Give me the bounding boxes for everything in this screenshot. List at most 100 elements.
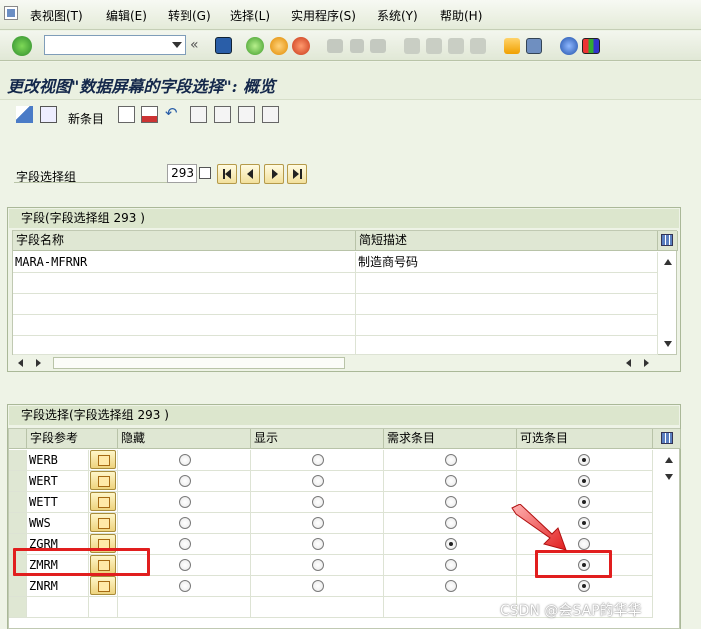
menu-edit[interactable]: 编辑(E) bbox=[106, 7, 147, 24]
field-ref-cell[interactable]: WERT bbox=[27, 471, 89, 492]
scroll-down-icon[interactable] bbox=[665, 474, 673, 480]
menu-system[interactable]: 系统(Y) bbox=[377, 7, 418, 24]
field-ref-cell[interactable]: WETT bbox=[27, 492, 89, 513]
customize-layout-icon[interactable] bbox=[582, 38, 600, 54]
col-short-desc[interactable]: 简短描述 bbox=[356, 231, 658, 251]
new-entries-button[interactable]: 新条目 bbox=[68, 110, 104, 127]
empty-cell[interactable] bbox=[13, 294, 356, 315]
row-selector[interactable] bbox=[9, 576, 27, 597]
empty-cell[interactable] bbox=[13, 315, 356, 336]
first-entry-button[interactable] bbox=[217, 164, 237, 184]
last-page-icon[interactable] bbox=[470, 38, 486, 54]
field-ref-cell[interactable]: ZNRM bbox=[27, 576, 89, 597]
empty-cell[interactable] bbox=[356, 315, 658, 336]
glasses-icon[interactable] bbox=[262, 106, 279, 123]
double-chevron-icon[interactable]: « bbox=[190, 38, 202, 52]
details-icon[interactable] bbox=[40, 106, 57, 123]
prev-entry-button[interactable] bbox=[240, 164, 260, 184]
enter-icon[interactable] bbox=[12, 36, 32, 56]
sap-system-icon[interactable] bbox=[4, 6, 18, 20]
display-radio[interactable] bbox=[312, 580, 324, 592]
field-name-cell[interactable]: MARA-MFRNR bbox=[13, 252, 356, 273]
last-entry-button[interactable] bbox=[287, 164, 307, 184]
required-radio[interactable] bbox=[445, 559, 457, 571]
horizontal-scrollbar[interactable] bbox=[12, 355, 677, 371]
empty-cell[interactable] bbox=[356, 336, 658, 355]
row-selector[interactable] bbox=[9, 513, 27, 534]
col-field-ref[interactable]: 字段参考 bbox=[27, 429, 118, 449]
table-settings-icon[interactable] bbox=[653, 429, 681, 449]
required-radio[interactable] bbox=[445, 496, 457, 508]
display-radio[interactable] bbox=[312, 454, 324, 466]
table-settings-icon[interactable] bbox=[658, 231, 678, 251]
optional-radio[interactable] bbox=[578, 475, 590, 487]
save-icon[interactable] bbox=[215, 37, 232, 54]
copy-icon[interactable] bbox=[199, 167, 211, 179]
field-ref-cell[interactable]: WERB bbox=[27, 450, 89, 471]
scroll-thumb[interactable] bbox=[53, 357, 345, 369]
help-icon[interactable] bbox=[560, 37, 578, 55]
col-optional[interactable]: 可选条目 bbox=[517, 429, 653, 449]
field-ref-lookup-button[interactable] bbox=[90, 492, 116, 511]
display-radio[interactable] bbox=[312, 517, 324, 529]
deselect-all-icon[interactable] bbox=[238, 106, 255, 123]
display-radio[interactable] bbox=[312, 475, 324, 487]
hide-radio[interactable] bbox=[179, 496, 191, 508]
empty-cell[interactable] bbox=[356, 273, 658, 294]
optional-radio[interactable] bbox=[578, 580, 590, 592]
next-entry-button[interactable] bbox=[264, 164, 284, 184]
col-required[interactable]: 需求条目 bbox=[384, 429, 517, 449]
hide-radio[interactable] bbox=[179, 580, 191, 592]
copy-as-icon[interactable] bbox=[118, 106, 135, 123]
field-desc-cell[interactable]: 制造商号码 bbox=[356, 252, 658, 273]
select-all-rows[interactable] bbox=[9, 429, 27, 449]
first-page-icon[interactable] bbox=[404, 38, 420, 54]
scroll-left-icon[interactable] bbox=[626, 359, 631, 367]
field-ref-lookup-button[interactable] bbox=[90, 576, 116, 595]
select-block-icon[interactable] bbox=[214, 106, 231, 123]
display-change-icon[interactable] bbox=[16, 106, 33, 123]
field-ref-lookup-button[interactable] bbox=[90, 513, 116, 532]
required-radio[interactable] bbox=[445, 454, 457, 466]
prev-page-icon[interactable] bbox=[426, 38, 442, 54]
col-display[interactable]: 显示 bbox=[251, 429, 384, 449]
row-selector[interactable] bbox=[9, 492, 27, 513]
exit-icon[interactable] bbox=[270, 37, 288, 55]
field-ref-cell[interactable]: WWS bbox=[27, 513, 89, 534]
hide-radio[interactable] bbox=[179, 559, 191, 571]
scroll-left-icon[interactable] bbox=[18, 359, 23, 367]
hide-radio[interactable] bbox=[179, 475, 191, 487]
display-radio[interactable] bbox=[312, 496, 324, 508]
back-icon[interactable] bbox=[246, 37, 264, 55]
optional-radio[interactable] bbox=[578, 496, 590, 508]
optional-radio[interactable] bbox=[578, 538, 590, 550]
find-next-icon[interactable] bbox=[370, 39, 386, 53]
row-selector[interactable] bbox=[9, 597, 27, 618]
undo-icon[interactable]: ↶ bbox=[165, 106, 182, 123]
optional-radio[interactable] bbox=[578, 517, 590, 529]
menu-utilities[interactable]: 实用程序(S) bbox=[291, 7, 356, 24]
row-selector[interactable] bbox=[9, 471, 27, 492]
required-radio[interactable] bbox=[445, 517, 457, 529]
field-ref-lookup-button[interactable] bbox=[90, 471, 116, 490]
menu-table-view[interactable]: 表视图(T) bbox=[30, 7, 83, 24]
menu-help[interactable]: 帮助(H) bbox=[440, 7, 482, 24]
group-field[interactable]: 293 bbox=[167, 164, 197, 183]
empty-cell[interactable] bbox=[356, 294, 658, 315]
menu-goto[interactable]: 转到(G) bbox=[168, 7, 211, 24]
display-radio[interactable] bbox=[312, 559, 324, 571]
find-icon[interactable] bbox=[350, 39, 364, 53]
row-selector[interactable] bbox=[9, 450, 27, 471]
chevron-down-icon[interactable] bbox=[172, 42, 182, 48]
col-field-name[interactable]: 字段名称 bbox=[13, 231, 356, 251]
menu-selection[interactable]: 选择(L) bbox=[230, 7, 270, 24]
hide-radio[interactable] bbox=[179, 454, 191, 466]
empty-cell[interactable] bbox=[13, 273, 356, 294]
select-all-icon[interactable] bbox=[190, 106, 207, 123]
print-icon[interactable] bbox=[327, 39, 343, 53]
scroll-right-icon[interactable] bbox=[36, 359, 41, 367]
create-session-icon[interactable] bbox=[504, 38, 520, 54]
scroll-up-icon[interactable] bbox=[664, 259, 672, 265]
required-radio[interactable] bbox=[445, 580, 457, 592]
shortcut-icon[interactable] bbox=[526, 38, 542, 54]
